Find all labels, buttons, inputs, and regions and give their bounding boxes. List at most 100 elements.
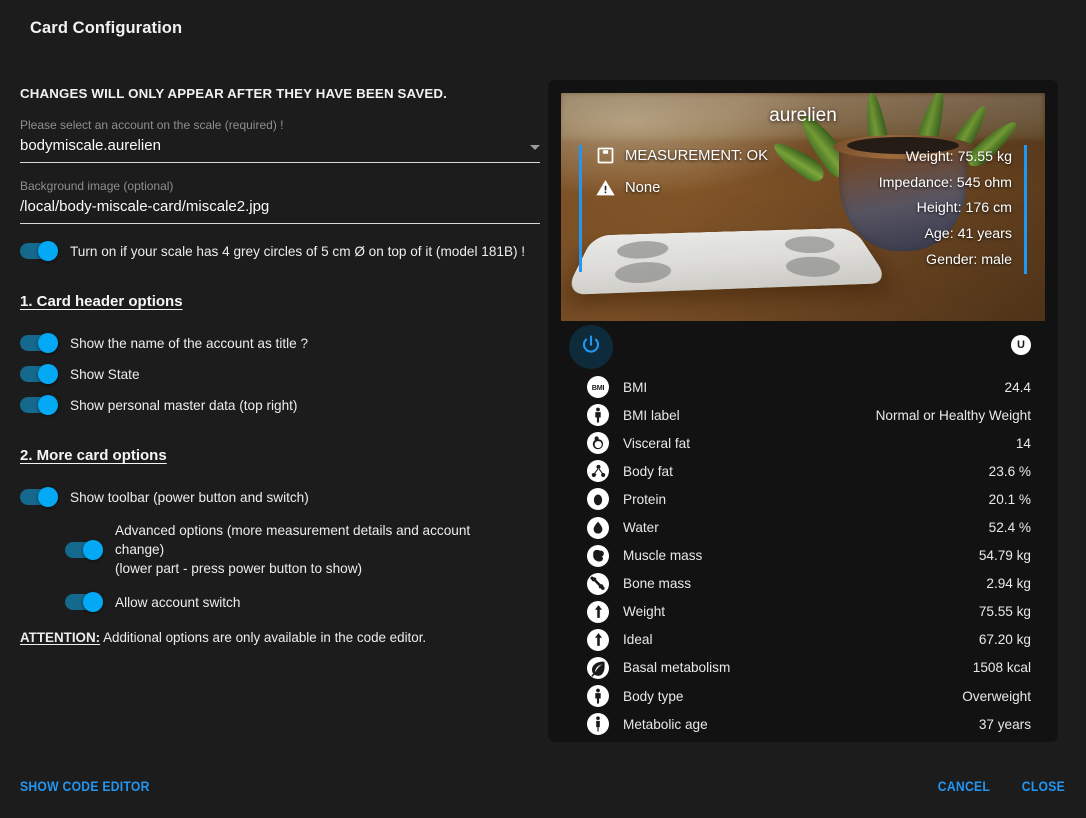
chevron-down-icon[interactable] — [530, 145, 540, 150]
table-row: Body type Overweight — [587, 682, 1031, 710]
row-label: Body type — [623, 688, 684, 704]
show-code-editor-button[interactable]: SHOW CODE EDITOR — [20, 779, 150, 794]
card-state-block: MEASUREMENT: OK None — [579, 145, 768, 272]
toggle-show-toolbar[interactable]: Show toolbar (power button and switch) — [20, 487, 540, 507]
table-row: Visceral fat 14 — [587, 429, 1031, 457]
table-row: BMI label Normal or Healthy Weight — [587, 401, 1031, 429]
table-row: BMI BMI 24.4 — [587, 373, 1031, 401]
user-badge[interactable]: U — [1011, 335, 1031, 355]
toggle-allow-account-switch[interactable]: Allow account switch — [20, 592, 540, 612]
section-card-header-options: 1. Card header options — [20, 293, 183, 310]
row-value: 54.79 kg — [978, 548, 1031, 564]
card-preview: aurelien MEASUREMENT: OK None Weight: 75… — [548, 80, 1058, 742]
row-value: 67.20 kg — [978, 632, 1031, 648]
master-data-impedance: Impedance: 545 ohm — [878, 174, 1012, 191]
switch-knob — [38, 395, 58, 415]
row-label: BMI label — [623, 407, 680, 423]
toggle-show-toolbar-switch[interactable] — [20, 487, 58, 507]
save-warning: CHANGES WILL ONLY APPEAR AFTER THEY HAVE… — [20, 86, 447, 101]
toggle-show-state[interactable]: Show State — [20, 364, 540, 384]
master-data-gender: Gender: male — [926, 251, 1012, 268]
attention-note: ATTENTION: Additional options are only a… — [20, 630, 540, 645]
measurement-rows: BMI BMI 24.4 BMI label Normal or Healthy… — [561, 373, 1045, 738]
page-title: Card Configuration — [30, 19, 183, 37]
account-field-label: Please select an account on the scale (r… — [20, 118, 284, 132]
scale-icon — [595, 145, 616, 166]
bmi-icon: BMI — [587, 376, 609, 399]
row-label: Metabolic age — [623, 716, 708, 732]
row-label: Muscle mass — [623, 548, 703, 564]
section-more-card-options: 2. More card options — [20, 447, 167, 464]
toggle-show-state-label: Show State — [70, 366, 140, 382]
metabolic-icon — [587, 713, 609, 736]
toggle-allow-account-switch-switch[interactable] — [65, 592, 103, 612]
toggle-show-name-switch[interactable] — [20, 333, 58, 353]
background-image-label: Background image (optional) — [20, 179, 174, 193]
measurement-state-text: MEASUREMENT: OK — [625, 147, 769, 164]
row-value: 24.4 — [1004, 379, 1031, 395]
toggle-show-master-data-switch[interactable] — [20, 395, 58, 415]
egg-icon — [587, 488, 609, 511]
toggle-show-master-data-label: Show personal master data (top right) — [70, 397, 298, 413]
toggle-grey-circles[interactable]: Turn on if your scale has 4 grey circles… — [20, 241, 540, 261]
table-row: Protein 20.1 % — [587, 485, 1031, 513]
card-toolbar: U — [561, 323, 1045, 369]
table-row: Body fat 23.6 % — [587, 457, 1031, 485]
toggle-show-master-data[interactable]: Show personal master data (top right) — [20, 395, 540, 415]
toggle-advanced-options-label: Advanced options (more measurement detai… — [115, 523, 471, 557]
toggle-advanced-options-switch[interactable] — [65, 539, 103, 560]
toggle-grey-circles-switch[interactable] — [20, 241, 58, 261]
row-value: 52.4 % — [988, 520, 1031, 536]
muscle-icon — [587, 544, 609, 567]
toggle-allow-account-switch-label: Allow account switch — [115, 594, 241, 610]
attention-prefix: ATTENTION: — [20, 630, 101, 645]
row-label: Weight — [623, 604, 666, 620]
table-row: Muscle mass 54.79 kg — [587, 542, 1031, 570]
row-value: 20.1 % — [988, 491, 1031, 507]
master-data-block: Weight: 75.55 kg Impedance: 545 ohm Heig… — [879, 145, 1027, 274]
problem-state-text: None — [625, 179, 661, 196]
background-image-underline — [20, 223, 540, 224]
master-data-height: Height: 176 cm — [916, 200, 1012, 217]
person-icon — [587, 404, 609, 427]
account-field: Please select an account on the scale (r… — [20, 118, 540, 163]
row-label: Protein — [623, 491, 667, 507]
close-button[interactable]: CLOSE — [1022, 779, 1065, 794]
config-panel: CHANGES WILL ONLY APPEAR AFTER THEY HAVE… — [20, 86, 540, 645]
table-row: Metabolic age 37 years — [587, 710, 1031, 738]
problem-state-row: None — [595, 177, 768, 198]
bone-icon — [587, 572, 609, 595]
row-value: Normal or Healthy Weight — [875, 407, 1031, 423]
table-row: Bone mass 2.94 kg — [587, 570, 1031, 598]
switch-knob — [38, 333, 58, 353]
stomach-icon — [587, 432, 609, 455]
table-row: Water 52.4 % — [587, 513, 1031, 541]
background-image-field: Background image (optional) /local/body-… — [20, 179, 540, 224]
toggle-show-name[interactable]: Show the name of the account as title ? — [20, 333, 540, 353]
molecule-icon — [587, 460, 609, 483]
power-button[interactable] — [569, 325, 613, 369]
power-icon — [579, 333, 603, 362]
toggle-show-state-switch[interactable] — [20, 364, 58, 384]
switch-knob — [83, 592, 103, 612]
row-label: Body fat — [623, 463, 673, 479]
measurement-state-row: MEASUREMENT: OK — [595, 145, 768, 166]
row-label: BMI — [623, 379, 648, 395]
warning-icon — [595, 177, 616, 198]
toggle-show-name-label: Show the name of the account as title ? — [70, 335, 309, 351]
master-data-age: Age: 41 years — [924, 226, 1012, 243]
row-label: Ideal — [623, 632, 653, 648]
table-row: Ideal 67.20 kg — [587, 626, 1031, 654]
account-field-underline — [20, 162, 540, 163]
attention-text: Additional options are only available in… — [100, 630, 427, 645]
card-title: aurelien — [769, 105, 837, 126]
cancel-button[interactable]: CANCEL — [938, 779, 990, 794]
water-drop-icon — [587, 516, 609, 539]
background-image-input[interactable]: /local/body-miscale-card/miscale2.jpg — [20, 198, 540, 223]
toggle-advanced-options[interactable]: Advanced options (more measurement detai… — [20, 521, 540, 578]
master-data-weight: Weight: 75.55 kg — [905, 149, 1012, 165]
row-label: Basal metabolism — [623, 660, 731, 676]
table-row: Basal metabolism 1508 kcal — [587, 654, 1031, 682]
account-select-value[interactable]: bodymiscale.aurelien — [20, 137, 522, 162]
row-value: 14 — [1015, 435, 1031, 451]
